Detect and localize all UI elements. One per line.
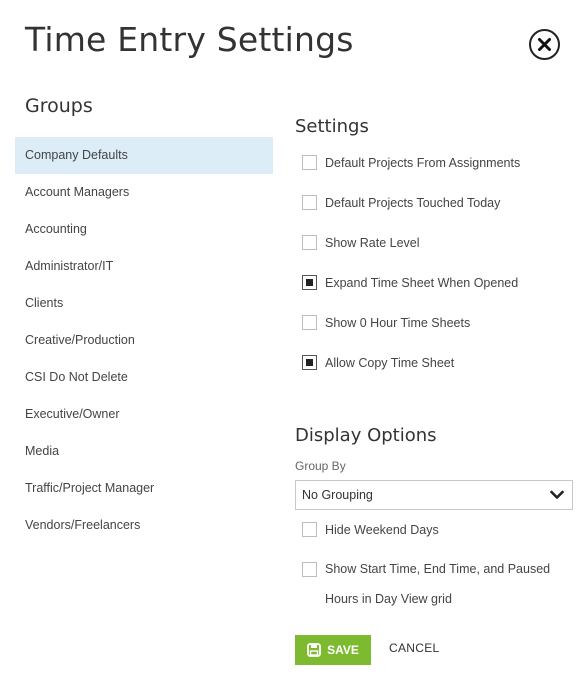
setting-default-projects-from-assignments[interactable]: Default Projects From Assignments — [302, 155, 520, 170]
show-start-end-paused-label: Show Start Time, End Time, and Paused Ho… — [325, 554, 550, 614]
group-item-administrator-it[interactable]: Administrator/IT — [15, 248, 273, 285]
settings-heading: Settings — [295, 116, 369, 137]
checkbox[interactable] — [302, 235, 317, 250]
checkbox-checked[interactable] — [302, 275, 317, 290]
hide-weekend-days-label: Hide Weekend Days — [325, 522, 439, 537]
checkbox-checked[interactable] — [302, 355, 317, 370]
setting-label: Default Projects Touched Today — [325, 195, 501, 210]
group-item-media[interactable]: Media — [15, 433, 273, 470]
setting-label: Show 0 Hour Time Sheets — [325, 315, 471, 330]
setting-label: Default Projects From Assignments — [325, 155, 521, 170]
setting-label: Allow Copy Time Sheet — [325, 355, 455, 370]
display-options-heading: Display Options — [295, 425, 437, 446]
group-item-clients[interactable]: Clients — [15, 285, 273, 322]
checkbox[interactable] — [302, 562, 317, 577]
group-item-accounting[interactable]: Accounting — [15, 211, 273, 248]
group-by-label: Group By — [295, 459, 346, 473]
group-by-select[interactable]: No Grouping — [295, 480, 573, 510]
checkbox[interactable] — [302, 315, 317, 330]
group-item-csi-do-not-delete[interactable]: CSI Do Not Delete — [15, 359, 273, 396]
group-item-company-defaults[interactable]: Company Defaults — [15, 137, 273, 174]
save-button-label: SAVE — [327, 643, 359, 657]
checkbox[interactable] — [302, 195, 317, 210]
page-title: Time Entry Settings — [25, 20, 354, 59]
setting-allow-copy-time-sheet[interactable]: Allow Copy Time Sheet — [302, 355, 454, 370]
setting-show-rate-level[interactable]: Show Rate Level — [302, 235, 420, 250]
setting-expand-time-sheet[interactable]: Expand Time Sheet When Opened — [302, 275, 518, 290]
floppy-disk-icon — [307, 643, 321, 657]
hide-weekend-days-option[interactable]: Hide Weekend Days — [302, 522, 439, 537]
group-item-vendors-freelancers[interactable]: Vendors/Freelancers — [15, 507, 273, 544]
group-item-executive-owner[interactable]: Executive/Owner — [15, 396, 273, 433]
checkbox[interactable] — [302, 522, 317, 537]
setting-default-projects-touched-today[interactable]: Default Projects Touched Today — [302, 195, 500, 210]
groups-heading: Groups — [25, 95, 93, 117]
group-list: Company Defaults Account Managers Accoun… — [15, 137, 273, 544]
group-item-traffic-project-manager[interactable]: Traffic/Project Manager — [15, 470, 273, 507]
group-by-value: No Grouping — [302, 488, 373, 502]
close-icon — [538, 38, 551, 51]
label-line-2: Hours in Day View grid — [325, 592, 452, 606]
chevron-down-icon — [550, 490, 564, 499]
show-start-end-paused-option[interactable]: Show Start Time, End Time, and Paused Ho… — [302, 562, 550, 614]
cancel-button[interactable]: CANCEL — [389, 641, 439, 655]
setting-show-zero-hour-time-sheets[interactable]: Show 0 Hour Time Sheets — [302, 315, 470, 330]
group-item-account-managers[interactable]: Account Managers — [15, 174, 273, 211]
save-button[interactable]: SAVE — [295, 635, 371, 665]
setting-label: Expand Time Sheet When Opened — [325, 275, 519, 290]
label-line-1: Show Start Time, End Time, and Paused — [325, 562, 551, 576]
close-button[interactable] — [529, 29, 560, 60]
checkbox[interactable] — [302, 155, 317, 170]
group-item-creative-production[interactable]: Creative/Production — [15, 322, 273, 359]
setting-label: Show Rate Level — [325, 235, 420, 250]
